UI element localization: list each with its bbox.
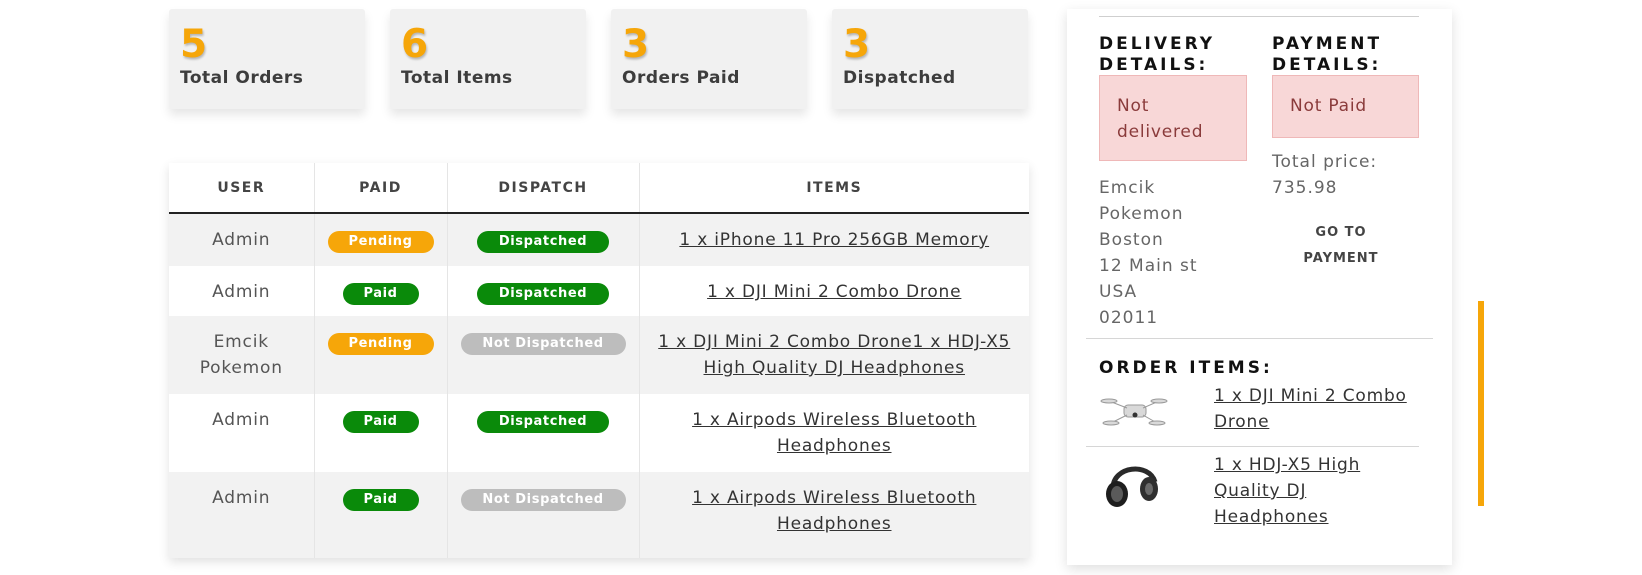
items-cell: 1 x DJI Mini 2 Combo Drone — [639, 266, 1029, 316]
stat-label: Orders Paid — [622, 68, 740, 88]
paid-cell: Paid — [314, 472, 448, 558]
user-cell: Admin — [169, 213, 315, 266]
user-cell: Emcik Pokemon — [169, 316, 315, 394]
paid-cell: Paid — [314, 394, 448, 472]
dispatch-cell: Not Dispatched — [447, 472, 640, 558]
stat-label: Dispatched — [843, 68, 956, 88]
payment-status-alert: Not Paid — [1272, 75, 1419, 138]
address-line: 02011 — [1099, 308, 1159, 328]
stat-value: 6 — [401, 22, 429, 67]
table-row: Admin Pending Dispatched 1 x iPhone 11 P… — [169, 213, 1029, 266]
table-row: Admin Paid Dispatched 1 x Airpods Wirele… — [169, 394, 1029, 472]
stat-card-total-orders: 5 Total Orders — [169, 9, 365, 109]
address-line: 12 Main st — [1099, 256, 1198, 276]
order-item-link[interactable]: 1 x HDJ-X5 High Quality DJ Headphones — [1214, 452, 1424, 530]
order-item-row: 1 x HDJ-X5 High Quality DJ Headphones — [1099, 452, 1419, 532]
order-summary-panel: DELIVERY DETAILS: Not delivered Emcik Po… — [1067, 9, 1452, 565]
paid-status-badge: Paid — [342, 411, 419, 433]
divider — [1086, 338, 1433, 339]
total-price-label: Total price: — [1272, 152, 1378, 172]
title-line: DETAILS: — [1272, 55, 1382, 75]
button-label: GO TO — [1315, 225, 1367, 240]
dispatch-status-badge: Not Dispatched — [460, 489, 626, 511]
order-item-link[interactable]: 1 x DJI Mini 2 Combo Drone1 x HDJ-X5 Hig… — [640, 329, 1030, 381]
table-row: Emcik Pokemon Pending Not Dispatched 1 x… — [169, 316, 1029, 394]
dispatch-status-badge: Dispatched — [477, 231, 609, 253]
stat-label: Total Orders — [180, 68, 304, 88]
scroll-indicator — [1478, 301, 1484, 506]
paid-cell: Pending — [314, 213, 448, 266]
column-header-dispatch: DISPATCH — [447, 163, 640, 214]
items-cell: 1 x iPhone 11 Pro 256GB Memory — [639, 213, 1029, 266]
stat-value: 3 — [622, 22, 650, 67]
paid-cell: Paid — [314, 266, 448, 316]
column-header-items: ITEMS — [639, 163, 1029, 214]
dispatch-status-badge: Dispatched — [477, 411, 609, 433]
paid-cell: Pending — [314, 316, 448, 394]
paid-status-badge: Pending — [327, 333, 434, 355]
stat-value: 5 — [180, 22, 208, 67]
stat-card-orders-paid: 3 Orders Paid — [611, 9, 807, 109]
column-header-user: USER — [169, 163, 315, 214]
stat-label: Total Items — [401, 68, 513, 88]
headphones-image — [1106, 466, 1158, 507]
order-item-link[interactable]: 1 x iPhone 11 Pro 256GB Memory — [667, 227, 1001, 253]
order-item-link[interactable]: 1 x Airpods Wireless Bluetooth Headphone… — [640, 485, 1030, 537]
user-cell: Admin — [169, 266, 315, 316]
order-item-row: 1 x DJI Mini 2 Combo Drone — [1099, 383, 1419, 443]
items-cell: 1 x Airpods Wireless Bluetooth Headphone… — [639, 472, 1029, 558]
table-row: Admin Paid Dispatched 1 x DJI Mini 2 Com… — [169, 266, 1029, 316]
title-line: DELIVERY — [1099, 34, 1216, 54]
dispatch-status-badge: Dispatched — [477, 283, 609, 305]
button-label: PAYMENT — [1303, 251, 1379, 266]
items-cell: 1 x DJI Mini 2 Combo Drone1 x HDJ-X5 Hig… — [639, 316, 1029, 394]
title-line: DETAILS: — [1099, 55, 1209, 75]
drone-image — [1100, 398, 1168, 426]
table-header-row: USER PAID DISPATCH ITEMS — [169, 163, 1029, 214]
paid-status-badge: Paid — [342, 283, 419, 305]
dispatch-cell: Dispatched — [447, 213, 640, 266]
delivery-details-title: DELIVERY DETAILS: — [1099, 34, 1215, 76]
go-to-payment-button[interactable]: GO TO PAYMENT — [1271, 220, 1411, 272]
address-line: USA — [1099, 282, 1138, 302]
stat-card-total-items: 6 Total Items — [390, 9, 586, 109]
order-item-link[interactable]: 1 x Airpods Wireless Bluetooth Headphone… — [640, 407, 1030, 459]
items-cell: 1 x Airpods Wireless Bluetooth Headphone… — [639, 394, 1029, 472]
payment-details-title: PAYMENT DETAILS: — [1272, 34, 1382, 76]
delivery-status-alert: Not delivered — [1099, 75, 1247, 161]
stat-value: 3 — [843, 22, 871, 67]
title-line: PAYMENT — [1272, 34, 1383, 54]
paid-status-badge: Pending — [327, 231, 434, 253]
address-line: Boston — [1099, 230, 1164, 250]
order-item-link[interactable]: 1 x DJI Mini 2 Combo Drone — [1214, 383, 1424, 435]
divider — [1099, 16, 1419, 17]
stat-card-dispatched: 3 Dispatched — [832, 9, 1028, 109]
divider — [1086, 446, 1419, 447]
address-line: Pokemon — [1099, 204, 1184, 224]
order-item-link[interactable]: 1 x DJI Mini 2 Combo Drone — [695, 279, 973, 305]
total-price-value: 735.98 — [1272, 178, 1338, 198]
dispatch-cell: Dispatched — [447, 394, 640, 472]
dispatch-status-badge: Not Dispatched — [460, 333, 626, 355]
address-line: Emcik — [1099, 178, 1156, 198]
dispatch-cell: Not Dispatched — [447, 316, 640, 394]
user-cell: Admin — [169, 394, 315, 472]
order-items-title: ORDER ITEMS: — [1099, 358, 1273, 378]
user-cell: Admin — [169, 472, 315, 558]
table-row: Admin Paid Not Dispatched 1 x Airpods Wi… — [169, 472, 1029, 558]
dispatch-cell: Dispatched — [447, 266, 640, 316]
paid-status-badge: Paid — [342, 489, 419, 511]
column-header-paid: PAID — [314, 163, 448, 214]
orders-table: USER PAID DISPATCH ITEMS Admin Pending D… — [169, 163, 1029, 558]
